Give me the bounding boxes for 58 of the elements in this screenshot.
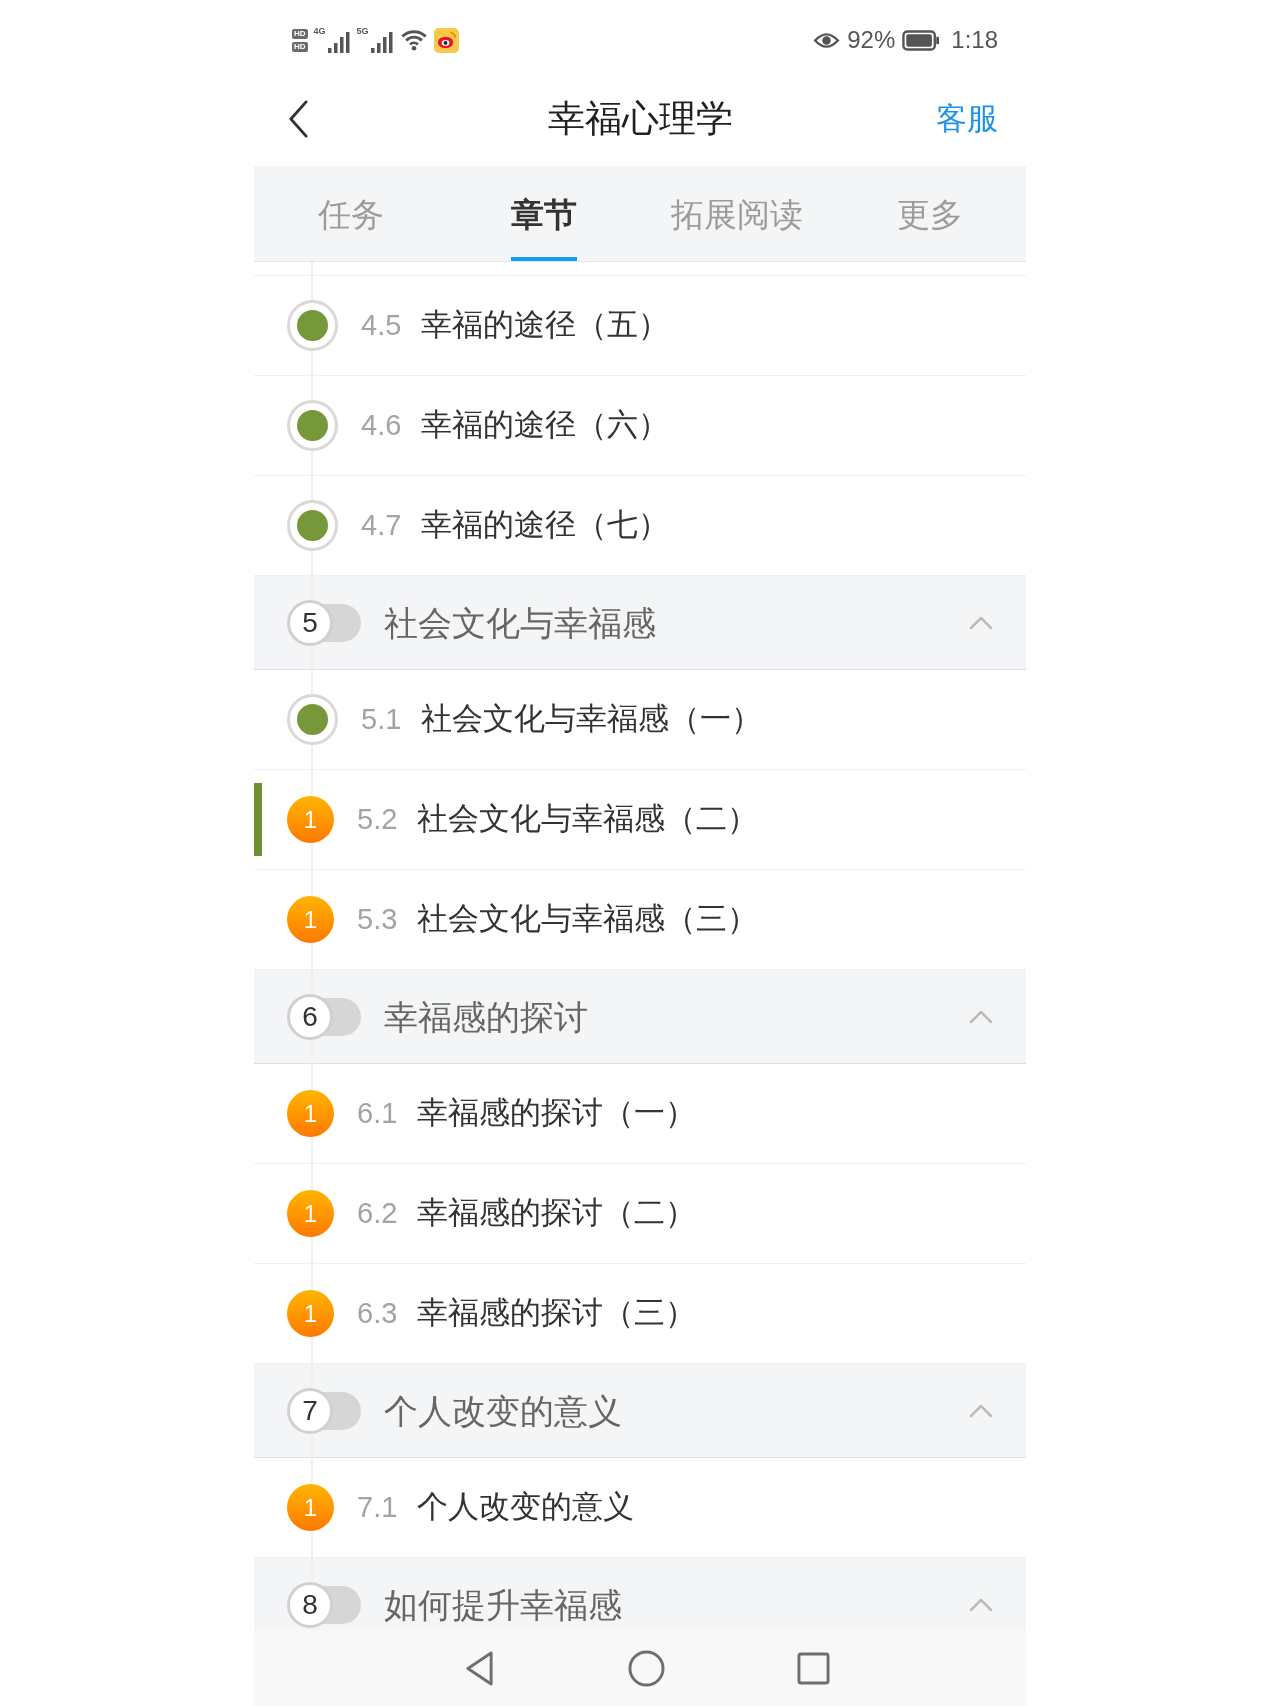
lesson-title: 幸福的途径（六） (421, 406, 669, 445)
lesson-title: 幸福感的探讨（一） (417, 1094, 696, 1133)
chapter-number: 7 (287, 1387, 333, 1434)
lesson-title: 社会文化与幸福感（一） (421, 700, 762, 739)
clock-time: 1:18 (951, 28, 998, 52)
completed-status-icon (287, 400, 338, 451)
battery-icon (902, 29, 941, 51)
task-count-badge: 1 (287, 796, 334, 843)
chapter-title: 幸福感的探讨 (384, 996, 589, 1037)
chapter-number: 6 (287, 993, 333, 1040)
chapter-title: 社会文化与幸福感 (384, 602, 657, 643)
lesson-title: 幸福感的探讨（三） (417, 1294, 696, 1333)
chapter-header[interactable]: 8 如何提升幸福感 (254, 1558, 1026, 1630)
task-count-badge: 1 (287, 1190, 334, 1237)
completed-status-icon (287, 300, 338, 351)
sim-label: HD (292, 28, 308, 39)
lesson-title: 社会文化与幸福感（三） (417, 900, 758, 939)
completed-status-icon (287, 694, 338, 745)
lesson-title: 幸福的途径（五） (421, 306, 669, 345)
app-notification-icon (433, 27, 459, 53)
recent-apps-icon[interactable] (796, 1651, 830, 1685)
network-type-label: 5G (356, 27, 369, 36)
chapter-title: 如何提升幸福感 (384, 1584, 623, 1625)
chapter-header[interactable]: 7 个人改变的意义 (254, 1364, 1026, 1458)
lesson-number: 5.2 (357, 801, 399, 837)
lesson-title: 社会文化与幸福感（二） (417, 800, 758, 839)
lesson-number: 6.2 (357, 1195, 399, 1231)
task-count-badge: 1 (287, 1090, 334, 1137)
lesson-number: 5.3 (357, 901, 399, 937)
task-count-badge: 1 (287, 1484, 334, 1531)
lesson-number: 4.5 (361, 307, 403, 343)
network-type-label: 4G (313, 27, 326, 36)
lesson-number: 6.3 (357, 1295, 399, 1331)
home-icon[interactable] (627, 1649, 665, 1687)
lesson-title: 个人改变的意义 (417, 1488, 634, 1527)
lesson-number: 4.6 (361, 407, 403, 443)
wifi-icon (399, 28, 428, 52)
sim-label: HD (292, 41, 308, 52)
signal-icon (369, 31, 394, 53)
lesson-title: 幸福的途径（七） (421, 506, 669, 545)
page-title: 幸福心理学 (547, 97, 733, 142)
back-icon[interactable] (288, 100, 309, 138)
task-count-badge: 1 (287, 1290, 334, 1337)
chapter-header[interactable]: 5 社会文化与幸福感 (254, 576, 1026, 670)
lesson-number: 7.1 (357, 1489, 399, 1525)
chapter-number: 5 (287, 599, 333, 646)
completed-status-icon (287, 500, 338, 551)
chapter-title: 个人改变的意义 (384, 1390, 623, 1431)
lesson-number: 4.7 (361, 507, 403, 543)
eye-icon (813, 30, 841, 50)
signal-icon (326, 31, 351, 53)
lesson-number: 5.1 (361, 701, 403, 737)
lesson-number: 6.1 (357, 1095, 399, 1131)
task-count-badge: 1 (287, 896, 334, 943)
chapter-header[interactable]: 6 幸福感的探讨 (254, 970, 1026, 1064)
lesson-title: 幸福感的探讨（二） (417, 1194, 696, 1233)
battery-percent: 92% (847, 28, 896, 52)
chapter-number: 8 (287, 1581, 333, 1628)
